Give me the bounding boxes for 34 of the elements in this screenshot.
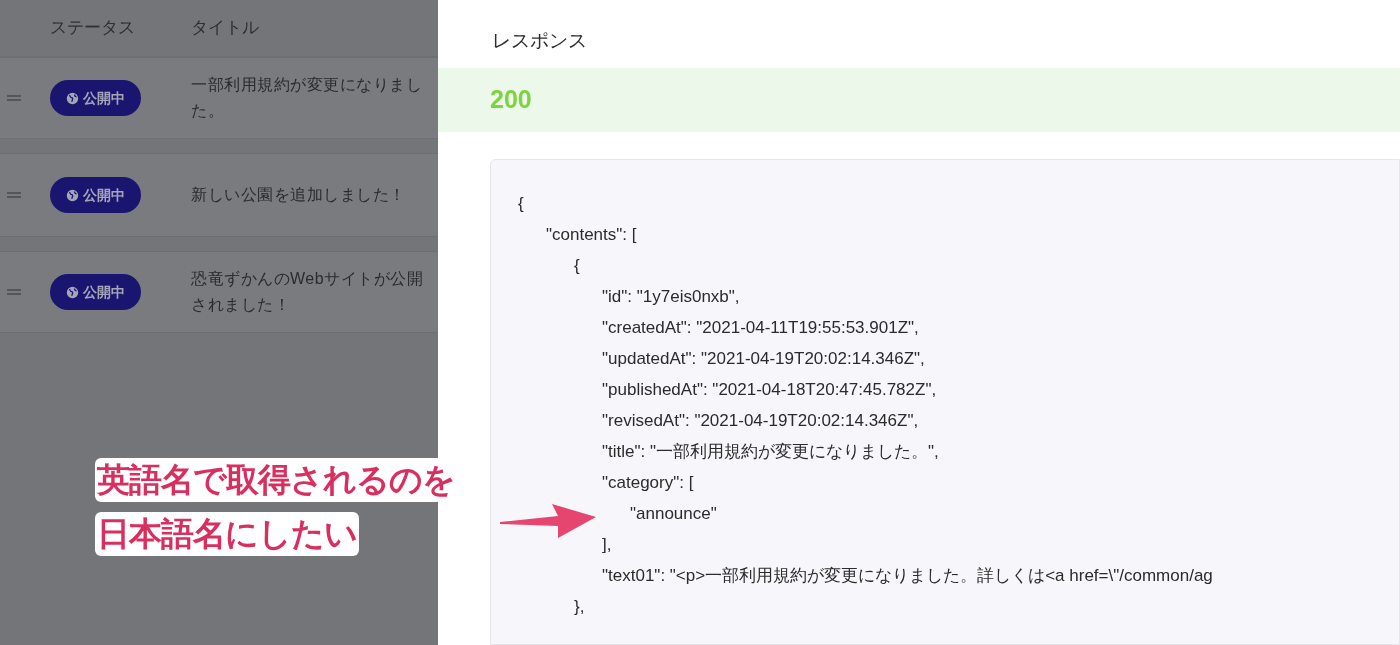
list-row[interactable]: 公開中 新しい公園を追加しました！ [0,153,438,237]
code-line: { [574,255,580,277]
code-line: "updatedAt": "2021-04-19T20:02:14.346Z", [602,348,925,370]
annotation-text: 英語名で取得されるのを 日本語名にしたい [95,458,457,566]
status-badge: 公開中 [50,80,141,116]
column-header: タイトル [191,17,259,40]
code-line: "contents": [ [546,224,637,246]
status-badge: 公開中 [50,274,141,310]
code-line: "createdAt": "2021-04-11T19:55:53.901Z", [602,317,919,339]
globe-icon [66,285,79,299]
code-line: "category": [ [602,472,694,494]
code-line: ], [602,534,612,556]
globe-icon [66,91,79,105]
drag-handle-icon[interactable] [7,289,21,295]
code-line: "announce" [630,503,717,525]
globe-icon [66,188,79,202]
code-line: "publishedAt": "2021-04-18T20:47:45.782Z", [602,379,937,401]
status-badge: 公開中 [50,177,141,213]
drag-handle-icon[interactable] [7,192,21,198]
row-title: 新しい公園を追加しました！ [191,185,407,205]
status-code: 200 [490,84,532,116]
code-line: "id": "1y7eis0nxb", [602,286,740,308]
code-line: }, [574,596,585,618]
code-line: { [518,193,524,215]
code-line: "text01": "<p>一部利用規約が変更になりました。詳しくは<a href=\"/common/ag [602,565,1213,587]
column-header: ステータス [50,17,136,40]
drag-handle-icon[interactable] [7,95,21,101]
drawer-heading: レスポンス [491,29,588,53]
row-title: 恐竜ずかんのWebサイトが公開されました！ [191,269,425,315]
row-title: 一部利用規約が変更になりました。 [191,75,423,121]
code-line: "revisedAt": "2021-04-19T20:02:14.346Z", [602,410,919,432]
list-row[interactable]: 公開中 恐竜ずかんのWebサイトが公開されました！ [0,251,438,333]
code-line: "title": "一部利用規約が変更になりました。", [602,441,939,463]
list-row[interactable]: 公開中 一部利用規約が変更になりました。 [0,57,438,139]
